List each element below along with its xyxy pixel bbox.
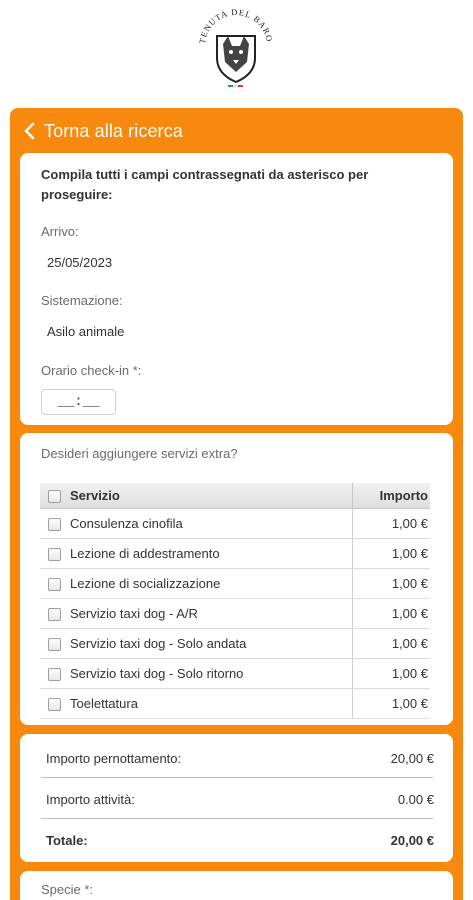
species-label: Specie *: — [41, 882, 94, 897]
back-to-search-label: Torna alla ricerca — [44, 120, 183, 141]
price-summary-card: Importo pernottamento: 20,00 € Importo a… — [20, 734, 453, 862]
service-name: Servizio taxi dog - A/R — [68, 598, 353, 629]
service-checkbox[interactable] — [47, 547, 61, 561]
activities-amount-row: Importo attività: 0.00 € — [46, 792, 434, 807]
table-header-row: Servizio Importo — [40, 483, 430, 509]
service-amount: 1,00 € — [352, 658, 430, 689]
service-name: Servizio taxi dog - Solo ritorno — [68, 658, 353, 689]
table-row[interactable]: Consulenza cinofila 1,00 € — [40, 508, 430, 539]
overnight-amount-label: Importo pernottamento: — [46, 751, 182, 766]
service-amount: 1,00 € — [352, 598, 430, 629]
service-name: Toelettatura — [68, 688, 353, 719]
service-checkbox[interactable] — [47, 607, 61, 621]
overnight-amount-row: Importo pernottamento: 20,00 € — [46, 751, 434, 766]
service-name: Consulenza cinofila — [68, 508, 353, 539]
tenuta-del-barone-logo: TENUTA DEL BARONE — [195, 6, 274, 87]
header-logo-area: TENUTA DEL BARONE — [0, 0, 473, 100]
row-check-cell — [40, 658, 68, 689]
service-amount: 1,00 € — [352, 688, 430, 719]
accommodation-value: Asilo animale — [47, 324, 125, 339]
extra-services-card: Desideri aggiungere servizi extra? Servi… — [20, 433, 453, 725]
service-checkbox[interactable] — [47, 637, 61, 651]
select-all-checkbox[interactable] — [47, 489, 61, 503]
total-value: 20,00 € — [390, 833, 434, 848]
row-check-cell — [40, 688, 68, 719]
table-row[interactable]: Lezione di socializzazione 1,00 € — [40, 568, 430, 599]
accommodation-label: Sistemazione: — [41, 293, 123, 308]
row-check-cell — [40, 598, 68, 629]
service-checkbox[interactable] — [47, 517, 61, 531]
total-label: Totale: — [46, 833, 88, 848]
species-card: Specie *: — [20, 871, 453, 900]
service-checkbox[interactable] — [47, 697, 61, 711]
table-row[interactable]: Servizio taxi dog - Solo andata 1,00 € — [40, 628, 430, 659]
service-amount: 1,00 € — [352, 568, 430, 599]
service-amount: 1,00 € — [352, 628, 430, 659]
service-checkbox[interactable] — [47, 577, 61, 591]
booking-details-card: Compila tutti i campi contrassegnati da … — [20, 153, 453, 425]
row-check-cell — [40, 508, 68, 539]
extra-services-table: Servizio Importo Consulenza cinofila 1,0… — [40, 483, 430, 719]
select-all-cell — [40, 483, 68, 509]
summary-divider — [41, 818, 433, 819]
table-row[interactable]: Lezione di addestramento 1,00 € — [40, 538, 430, 569]
form-instructions: Compila tutti i campi contrassegnati da … — [41, 167, 369, 202]
chevron-left-icon — [24, 122, 35, 140]
arrival-label: Arrivo: — [41, 224, 79, 239]
table-row[interactable]: Servizio taxi dog - Solo ritorno 1,00 € — [40, 658, 430, 689]
column-header-amount[interactable]: Importo — [352, 483, 430, 509]
summary-divider — [41, 777, 433, 778]
service-name: Servizio taxi dog - Solo andata — [68, 628, 353, 659]
row-check-cell — [40, 538, 68, 569]
arrival-value: 25/05/2023 — [47, 255, 113, 270]
table-row[interactable]: Servizio taxi dog - A/R 1,00 € — [40, 598, 430, 629]
row-check-cell — [40, 568, 68, 599]
service-checkbox[interactable] — [47, 667, 61, 681]
activities-amount-label: Importo attività: — [46, 792, 135, 807]
column-header-service[interactable]: Servizio — [68, 483, 353, 509]
service-name: Lezione di socializzazione — [68, 568, 353, 599]
service-amount: 1,00 € — [352, 538, 430, 569]
back-to-search-link[interactable]: Torna alla ricerca — [22, 118, 183, 144]
activities-amount-value: 0.00 € — [397, 792, 434, 807]
extra-services-question: Desideri aggiungere servizi extra? — [41, 446, 238, 461]
overnight-amount-value: 20,00 € — [390, 751, 434, 766]
total-row: Totale: 20,00 € — [46, 833, 434, 848]
checkin-time-input[interactable]: __:__ — [41, 389, 116, 415]
service-amount: 1,00 € — [352, 508, 430, 539]
table-row[interactable]: Toelettatura 1,00 € — [40, 688, 430, 719]
service-name: Lezione di addestramento — [68, 538, 353, 569]
row-check-cell — [40, 628, 68, 659]
checkin-time-label: Orario check-in *: — [41, 363, 142, 378]
